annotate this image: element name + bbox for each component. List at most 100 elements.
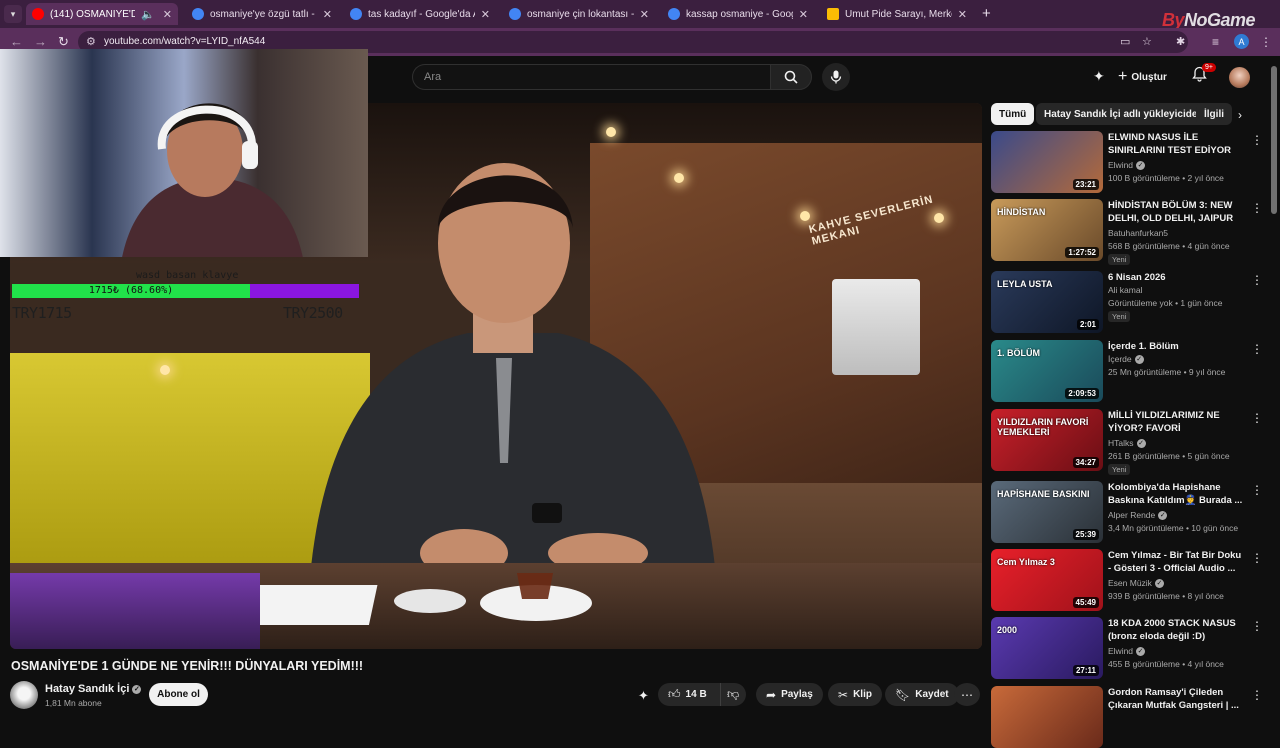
recommendation-item[interactable]: Cem Yılmaz 3 45:49 Cem Yılmaz - Bir Tat Bi… — [991, 549, 1263, 611]
profile-avatar[interactable]: A — [1234, 34, 1249, 49]
video-thumbnail[interactable]: Cem Yılmaz 3 45:49 — [991, 549, 1103, 611]
recommendation-title[interactable]: HİNDİSTAN BÖLÜM 3: NEW DELHI, OLD DELHI,… — [1108, 199, 1246, 225]
ai-ask-icon[interactable]: ✦ — [638, 688, 649, 704]
recommendation-title[interactable]: 6 Nisan 2026 — [1108, 271, 1246, 284]
recommendation-channel[interactable]: Elwind ✓ — [1108, 160, 1146, 171]
google-favicon-icon — [350, 8, 362, 20]
more-vertical-icon[interactable]: ⋮ — [1251, 551, 1263, 565]
chevron-right-icon[interactable]: › — [1238, 108, 1242, 122]
recommendation-item[interactable]: Gordon Ramsay'i Çileden Çıkaran Mutfak G… — [991, 686, 1263, 748]
channel-avatar[interactable] — [10, 681, 38, 709]
recommendation-title[interactable]: 18 KDA 2000 STACK NASUS (bronz eloda değ… — [1108, 617, 1246, 643]
recommendation-title[interactable]: Kolombiya'da Hapishane Baskına Katıldım👮… — [1108, 481, 1246, 507]
chip-related[interactable]: İlgili — [1196, 103, 1232, 125]
recommendation-item[interactable]: 23:21 ELWIND NASUS İLE SINIRLARINI TEST E… — [991, 131, 1263, 193]
tab-google-search-3[interactable]: osmaniye çin lokantası - Google'da Ara ✕ — [503, 3, 655, 25]
recommendation-title[interactable]: Gordon Ramsay'i Çileden Çıkaran Mutfak G… — [1108, 686, 1246, 712]
close-tab-icon[interactable]: ✕ — [163, 8, 172, 21]
recommendation-item[interactable]: HAPİSHANE BASKINI 25:39 Kolombiya'da Hapis… — [991, 481, 1263, 543]
close-tab-icon[interactable]: ✕ — [640, 8, 649, 21]
video-thumbnail[interactable]: 1. BÖLÜM 2:09:53 — [991, 340, 1103, 402]
recommendation-meta: 3,4 Mn görüntüleme • 10 gün önce — [1108, 523, 1239, 533]
more-vertical-icon[interactable]: ⋮ — [1251, 201, 1263, 215]
video-thumbnail[interactable]: 23:21 — [991, 131, 1103, 193]
reading-list-icon[interactable]: ≡ — [1212, 35, 1219, 49]
close-tab-icon[interactable]: ✕ — [323, 8, 332, 21]
tab-search-menu-icon[interactable]: ▾ — [4, 5, 22, 23]
video-thumbnail[interactable]: 2000 27:11 — [991, 617, 1103, 679]
recommendation-channel[interactable]: Batuhanfurkan5 — [1108, 228, 1168, 238]
url-text[interactable]: youtube.com/watch?v=LYID_nfA544 — [104, 36, 265, 47]
dislike-button[interactable]: 👎︎ — [720, 683, 746, 706]
bookmark-star-icon[interactable]: ☆ — [1142, 35, 1152, 48]
recommendation-meta: 25 Mn görüntüleme • 9 yıl önce — [1108, 367, 1226, 377]
recommendation-item[interactable]: YILDIZLARIN FAVORİ YEMEKLERİ 34:27 MİLLİ Y… — [991, 409, 1263, 475]
video-thumbnail[interactable]: LEYLA USTA 2:01 — [991, 271, 1103, 333]
notifications-button[interactable]: 9+ — [1192, 63, 1216, 87]
recommendation-title[interactable]: ELWIND NASUS İLE SINIRLARINI TEST EDİYOR — [1108, 131, 1246, 157]
site-info-icon[interactable]: ⚙ — [86, 35, 96, 48]
tab-google-search-1[interactable]: osmaniye'ye özgü tatlı - Google'da Ara ✕ — [186, 3, 338, 25]
new-tab-icon[interactable]: + — [982, 5, 991, 22]
back-icon[interactable]: ← — [10, 34, 23, 49]
browser-menu-icon[interactable]: ⋮ — [1260, 35, 1272, 49]
page-scrollbar[interactable] — [1271, 66, 1277, 214]
account-avatar[interactable] — [1229, 67, 1250, 88]
more-vertical-icon[interactable]: ⋮ — [1251, 619, 1263, 633]
recommendation-channel[interactable]: Esen Müzik ✓ — [1108, 578, 1164, 589]
extensions-icon[interactable]: ✱ — [1176, 35, 1185, 48]
more-vertical-icon[interactable]: ⋮ — [1251, 688, 1263, 702]
cast-icon[interactable]: ▭ — [1120, 35, 1130, 48]
channel-name[interactable]: Hatay Sandık İçi ✓ — [45, 683, 142, 695]
forward-icon[interactable]: → — [34, 34, 47, 49]
video-thumbnail[interactable] — [991, 686, 1103, 748]
more-actions-button[interactable]: ⋯ — [954, 683, 980, 706]
search-input[interactable]: Ara — [412, 64, 770, 90]
thumbnail-text: 1. BÖLÜM — [997, 348, 1041, 358]
new-badge: Yeni — [1108, 254, 1131, 265]
ai-assistant-icon[interactable]: ✦ — [1093, 68, 1105, 85]
recommendation-item[interactable]: 2000 27:11 18 KDA 2000 STACK NASUS (bronz … — [991, 617, 1263, 679]
search-button[interactable] — [770, 64, 812, 90]
recommendation-title[interactable]: MİLLİ YILDIZLARIMIZ NE YİYOR? FAVORİ YEM… — [1108, 409, 1246, 435]
like-button[interactable]: 👍︎ 14 B — [658, 683, 720, 706]
mute-tab-icon[interactable]: 🔈 — [141, 8, 155, 21]
recommendation-channel[interactable]: İçerde ✓ — [1108, 354, 1144, 365]
save-button[interactable]: 🔖︎ Kaydet — [885, 683, 959, 706]
subscribe-button[interactable]: Abone ol — [149, 683, 208, 706]
recommendation-title[interactable]: İçerde 1. Bölüm — [1108, 340, 1246, 353]
tab-maps-place[interactable]: Umut Pide Sarayı, Merkez (Yediocak) ✕ — [821, 3, 973, 25]
video-thumbnail[interactable]: YILDIZLARIN FAVORİ YEMEKLERİ 34:27 — [991, 409, 1103, 471]
chip-all[interactable]: Tümü — [991, 103, 1035, 125]
video-thumbnail[interactable]: HİNDİSTAN 1:27:52 — [991, 199, 1103, 261]
recommendation-channel[interactable]: Alper Rende ✓ — [1108, 510, 1168, 521]
close-tab-icon[interactable]: ✕ — [481, 8, 490, 21]
recommendation-channel[interactable]: Elwind ✓ — [1108, 646, 1146, 657]
reload-icon[interactable]: ↻ — [58, 34, 69, 50]
tab-title: tas kadayıf - Google'da Ara — [368, 8, 475, 20]
like-count: 14 B — [685, 689, 707, 700]
close-tab-icon[interactable]: ✕ — [799, 8, 808, 21]
video-thumbnail[interactable]: HAPİSHANE BASKINI 25:39 — [991, 481, 1103, 543]
close-tab-icon[interactable]: ✕ — [958, 8, 967, 21]
recommendation-item[interactable]: 1. BÖLÜM 2:09:53 İçerde 1. Bölüm İçerde ✓ 25 … — [991, 340, 1263, 402]
voice-search-button[interactable] — [822, 63, 850, 91]
tab-google-search-2[interactable]: tas kadayıf - Google'da Ara ✕ — [344, 3, 496, 25]
recommendation-item[interactable]: HİNDİSTAN 1:27:52 HİNDİSTAN BÖLÜM 3: NEW D… — [991, 199, 1263, 265]
tab-google-search-4[interactable]: kassap osmaniye - Google'da Ara ✕ — [662, 3, 814, 25]
tab-youtube-video[interactable]: (141) OSMANİYE'DE 1 GÜNDE NE YENİR 🔈 ✕ — [26, 3, 178, 25]
more-vertical-icon[interactable]: ⋮ — [1251, 342, 1263, 356]
recommendation-item[interactable]: LEYLA USTA 2:01 6 Nisan 2026 Ali kamal Görün… — [991, 271, 1263, 333]
more-vertical-icon[interactable]: ⋮ — [1251, 133, 1263, 147]
share-button[interactable]: ➦ Paylaş — [756, 683, 823, 706]
filter-chips: Tümü Hatay Sandık İçi adlı yükleyiciden … — [991, 103, 1251, 125]
chip-from-uploader[interactable]: Hatay Sandık İçi adlı yükleyiciden — [1036, 103, 1212, 125]
recommendation-title[interactable]: Cem Yılmaz - Bir Tat Bir Doku - Gösteri … — [1108, 549, 1246, 575]
more-vertical-icon[interactable]: ⋮ — [1251, 273, 1263, 287]
create-button[interactable]: + Oluştur — [1118, 64, 1167, 90]
recommendation-channel[interactable]: HTalks ✓ — [1108, 438, 1146, 449]
more-vertical-icon[interactable]: ⋮ — [1251, 411, 1263, 425]
clip-button[interactable]: ✂ Klip — [828, 683, 882, 706]
more-vertical-icon[interactable]: ⋮ — [1251, 483, 1263, 497]
recommendation-channel[interactable]: Ali kamal — [1108, 285, 1142, 295]
